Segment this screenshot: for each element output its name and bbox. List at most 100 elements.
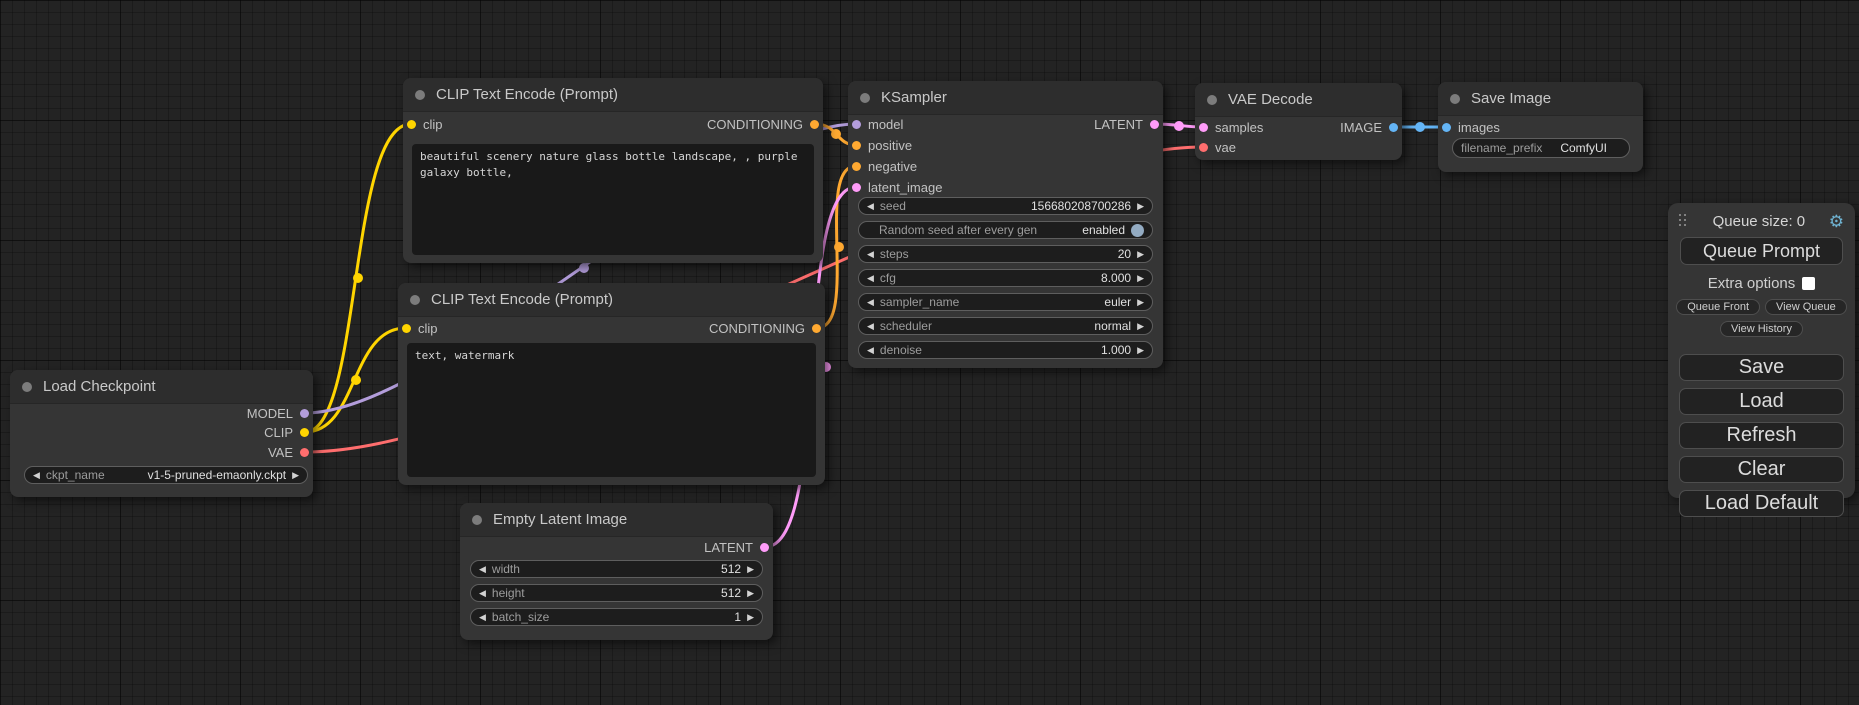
node-collapse-dot[interactable] [22,382,32,392]
gear-icon[interactable]: ⚙ [1829,213,1844,230]
slot-label: clip [418,321,438,336]
node-collapse-dot[interactable] [415,90,425,100]
node-graph-canvas[interactable]: Load Checkpoint MODEL CLIP VAE ◀ ckpt_na… [0,0,1859,705]
queue-actions-row: Queue Front View Queue [1679,299,1844,315]
input-slot-clip: clip [402,318,438,338]
node-ksampler[interactable]: KSampler model positive negative latent_… [848,81,1163,368]
decrement-arrow-icon[interactable]: ◀ [867,250,874,259]
node-title-bar[interactable]: CLIP Text Encode (Prompt) [403,78,823,112]
node-clip-text-encode-negative[interactable]: CLIP Text Encode (Prompt) clip CONDITION… [398,283,825,485]
increment-arrow-icon[interactable]: ▶ [1137,202,1144,211]
vae-slot-dot[interactable] [1199,143,1208,152]
steps-widget[interactable]: ◀ steps 20 ▶ [858,245,1153,263]
decrement-arrow-icon[interactable]: ◀ [867,274,874,283]
load-default-button[interactable]: Load Default [1679,490,1844,517]
output-slot-latent: LATENT [1094,114,1159,134]
widget-value: v1-5-pruned-emaonly.ckpt [148,468,287,482]
decrement-arrow-icon[interactable]: ◀ [867,322,874,331]
node-collapse-dot[interactable] [860,93,870,103]
increment-arrow-icon[interactable]: ▶ [747,589,754,598]
decrement-arrow-icon[interactable]: ◀ [479,589,486,598]
width-widget[interactable]: ◀ width 512 ▶ [470,560,763,578]
height-widget[interactable]: ◀ height 512 ▶ [470,584,763,602]
extra-options-checkbox[interactable] [1802,277,1815,290]
increment-arrow-icon[interactable]: ▶ [292,471,299,480]
link-midpoint-dot [353,273,363,283]
latent-slot-dot[interactable] [1199,123,1208,132]
decrement-arrow-icon[interactable]: ◀ [867,346,874,355]
node-collapse-dot[interactable] [1207,95,1217,105]
random-seed-toggle-widget[interactable]: Random seed after every gen enabled [858,221,1153,239]
decrement-arrow-icon[interactable]: ◀ [479,613,486,622]
cfg-widget[interactable]: ◀ cfg 8.000 ▶ [858,269,1153,287]
increment-arrow-icon[interactable]: ▶ [1137,274,1144,283]
positive-prompt-textarea[interactable]: beautiful scenery nature glass bottle la… [412,144,814,255]
drag-handle-icon[interactable] [1679,214,1689,229]
node-title-bar[interactable]: KSampler [848,81,1163,115]
node-title-bar[interactable]: Load Checkpoint [10,370,313,404]
latent-slot-dot[interactable] [760,543,769,552]
widget-value: 512 [721,586,741,600]
latent-slot-dot[interactable] [852,183,861,192]
refresh-button[interactable]: Refresh [1679,422,1844,449]
queue-prompt-button[interactable]: Queue Prompt [1680,237,1843,265]
latent-slot-dot[interactable] [1150,120,1159,129]
save-button[interactable]: Save [1679,354,1844,381]
comfy-menu-panel[interactable]: Queue size: 0 ⚙ Queue Prompt Extra optio… [1668,203,1855,498]
scheduler-widget[interactable]: ◀ scheduler normal ▶ [858,317,1153,335]
increment-arrow-icon[interactable]: ▶ [1137,322,1144,331]
clear-button[interactable]: Clear [1679,456,1844,483]
node-title-bar[interactable]: Save Image [1438,82,1643,116]
conditioning-slot-dot[interactable] [812,324,821,333]
node-save-image[interactable]: Save Image images filename_prefix ComfyU… [1438,82,1643,172]
increment-arrow-icon[interactable]: ▶ [747,565,754,574]
decrement-arrow-icon[interactable]: ◀ [867,202,874,211]
vae-slot-dot[interactable] [300,448,309,457]
queue-front-button[interactable]: Queue Front [1676,299,1760,315]
load-button[interactable]: Load [1679,388,1844,415]
conditioning-slot-dot[interactable] [852,141,861,150]
filename-prefix-widget[interactable]: filename_prefix ComfyUI [1452,138,1630,158]
extra-options-row: Extra options [1679,275,1844,292]
batch-size-widget[interactable]: ◀ batch_size 1 ▶ [470,608,763,626]
model-slot-dot[interactable] [300,409,309,418]
image-slot-dot[interactable] [1389,123,1398,132]
model-slot-dot[interactable] [852,120,861,129]
decrement-arrow-icon[interactable]: ◀ [867,298,874,307]
denoise-widget[interactable]: ◀ denoise 1.000 ▶ [858,341,1153,359]
ckpt-name-widget[interactable]: ◀ ckpt_name v1-5-pruned-emaonly.ckpt ▶ [24,466,308,484]
clip-slot-dot[interactable] [402,324,411,333]
widget-value: euler [1104,295,1131,309]
node-title-bar[interactable]: CLIP Text Encode (Prompt) [398,283,825,317]
increment-arrow-icon[interactable]: ▶ [1137,250,1144,259]
view-history-button[interactable]: View History [1720,321,1803,337]
decrement-arrow-icon[interactable]: ◀ [479,565,486,574]
decrement-arrow-icon[interactable]: ◀ [33,471,40,480]
sampler-name-widget[interactable]: ◀ sampler_name euler ▶ [858,293,1153,311]
link-midpoint-dot [579,263,589,273]
node-collapse-dot[interactable] [410,295,420,305]
widget-label: height [492,586,525,600]
negative-prompt-textarea[interactable]: text, watermark [407,343,816,477]
conditioning-slot-dot[interactable] [810,120,819,129]
widget-value: 1.000 [1101,343,1131,357]
output-slot-image: IMAGE [1340,117,1398,137]
node-load-checkpoint[interactable]: Load Checkpoint MODEL CLIP VAE ◀ ckpt_na… [10,370,313,497]
image-slot-dot[interactable] [1442,123,1451,132]
view-queue-button[interactable]: View Queue [1765,299,1847,315]
node-collapse-dot[interactable] [472,515,482,525]
node-title-bar[interactable]: VAE Decode [1195,83,1402,117]
node-empty-latent-image[interactable]: Empty Latent Image LATENT ◀ width 512 ▶ … [460,503,773,640]
increment-arrow-icon[interactable]: ▶ [1137,346,1144,355]
clip-slot-dot[interactable] [407,120,416,129]
toggle-enabled-dot[interactable] [1131,224,1144,237]
increment-arrow-icon[interactable]: ▶ [1137,298,1144,307]
node-title-bar[interactable]: Empty Latent Image [460,503,773,537]
node-collapse-dot[interactable] [1450,94,1460,104]
seed-widget[interactable]: ◀ seed 156680208700286 ▶ [858,197,1153,215]
node-vae-decode[interactable]: VAE Decode samples vae IMAGE [1195,83,1402,160]
increment-arrow-icon[interactable]: ▶ [747,613,754,622]
clip-slot-dot[interactable] [300,428,309,437]
conditioning-slot-dot[interactable] [852,162,861,171]
node-clip-text-encode-positive[interactable]: CLIP Text Encode (Prompt) clip CONDITION… [403,78,823,263]
